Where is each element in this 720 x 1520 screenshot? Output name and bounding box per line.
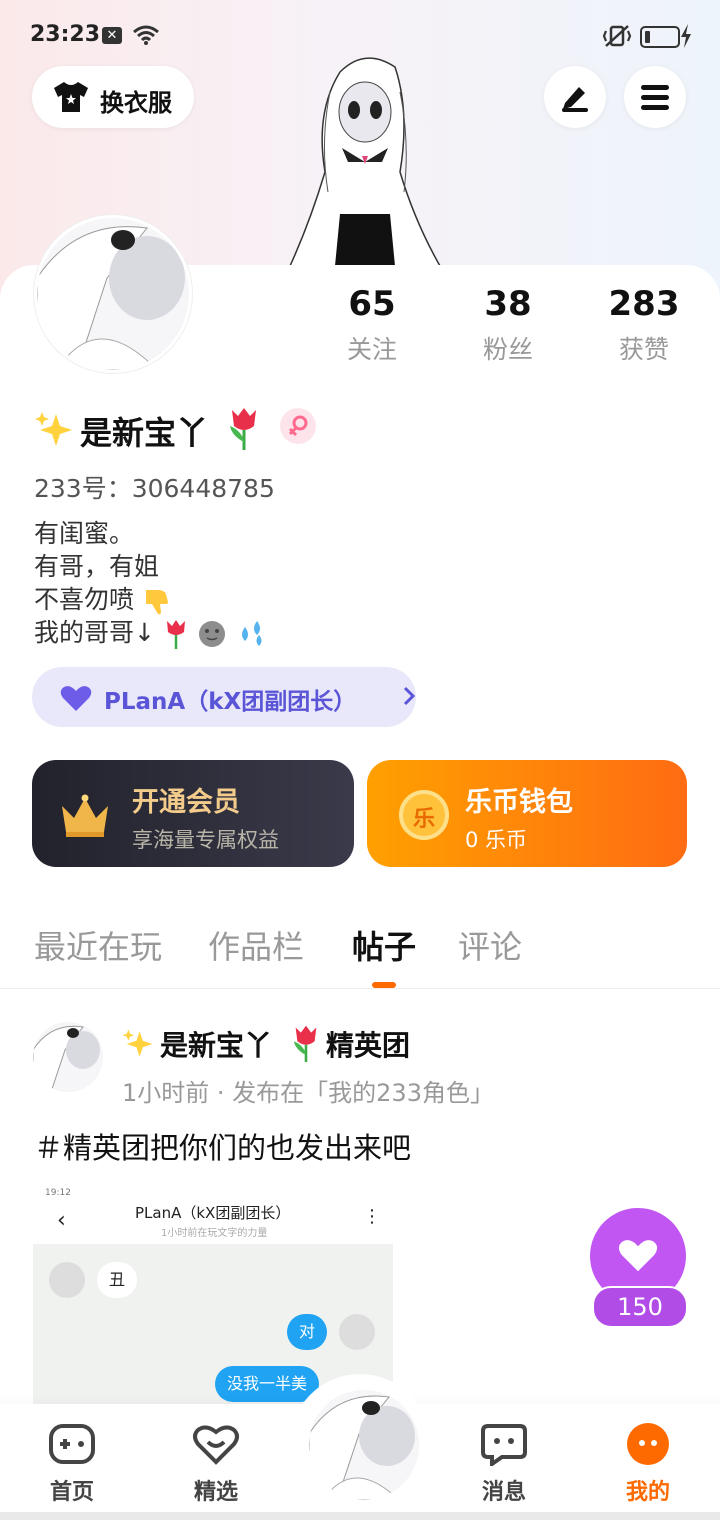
heart-smile-icon [193, 1425, 239, 1465]
tulip-icon [293, 1025, 317, 1062]
tab-works[interactable]: 作品栏 [208, 922, 304, 968]
avatar-image [37, 218, 189, 370]
bio: 有闺蜜。 有哥，有姐 不喜勿喷 我的哥哥↓ [34, 517, 267, 649]
stat-label: 粉丝 [482, 335, 533, 364]
bio-line: 我的哥哥↓ [34, 616, 267, 649]
group-tag-label: PLanA（kX团副团长） [104, 689, 357, 715]
moon-face-icon [198, 621, 225, 647]
crown-icon [62, 794, 108, 837]
stat-following[interactable]: 65 关注 [312, 282, 432, 366]
stat-value: 283 [608, 284, 680, 324]
bio-line: 不喜勿喷 [34, 583, 267, 616]
menu-icon [641, 85, 669, 110]
nav-label: 消息 [481, 1480, 526, 1505]
female-icon [288, 415, 308, 437]
screenshot-subtitle: 1小时前在玩文字的力量 [161, 1228, 268, 1239]
vibrate-icon [602, 25, 632, 47]
notification-icon: ✕ [102, 27, 122, 44]
character-illustration [289, 57, 441, 266]
profile-icon [627, 1423, 669, 1465]
nav-label: 首页 [49, 1480, 94, 1505]
female-badge [280, 408, 316, 444]
back-arrow-icon: ‹ [57, 1208, 66, 1233]
stat-likes[interactable]: 283 获赞 [584, 282, 704, 366]
vip-subtitle: 享海量专属权益 [132, 828, 279, 852]
battery-icon [640, 26, 680, 48]
post-author-name[interactable]: 是新宝丫 [160, 1024, 272, 1064]
wifi-icon [133, 25, 159, 45]
vip-card[interactable]: 开通会员 享海量专属权益 [32, 760, 354, 867]
coin-balance: 0 乐币 [465, 828, 528, 852]
nav-label: 我的 [625, 1480, 670, 1505]
tshirt-icon [54, 82, 88, 112]
menu-button[interactable] [624, 66, 686, 128]
thumbs-down-icon [145, 590, 168, 615]
tab-posts[interactable]: 帖子 [352, 922, 416, 968]
heart-icon [618, 1240, 658, 1272]
avatar-image [309, 1390, 419, 1500]
screenshot-title: PLanA（kX团副团长） [135, 1204, 291, 1222]
nav-center-avatar[interactable] [305, 1386, 423, 1504]
nav-label: 精选 [193, 1480, 238, 1505]
post-author-group: 精英团 [326, 1029, 411, 1062]
divider [0, 988, 720, 989]
charging-icon [681, 24, 691, 48]
group-tag[interactable]: PLanA（kX团副团长） [32, 667, 416, 727]
sweat-droplets-icon [241, 621, 262, 646]
chat-avatar [339, 1314, 375, 1350]
stat-followers[interactable]: 38 粉丝 [448, 282, 568, 366]
tulip-icon [166, 620, 185, 649]
coin-icon: 乐 [399, 790, 449, 840]
chat-icon [481, 1424, 527, 1466]
bio-text: 有闺蜜。 [34, 519, 135, 548]
sparkles-icon [122, 1029, 153, 1057]
stat-value: 38 [484, 284, 532, 324]
post-author-avatar[interactable] [33, 1022, 103, 1092]
stat-label: 获赞 [618, 335, 669, 364]
chat-bubble: 对 [287, 1314, 328, 1350]
pen-icon [562, 87, 588, 112]
user-id: 233号：306448785 [34, 474, 275, 503]
post-text: ＃精英团把你们的也发出来吧 [34, 1131, 412, 1165]
user-name: 是新宝丫 [80, 414, 209, 452]
edit-button[interactable] [544, 66, 606, 128]
bio-line: 有哥，有姐 [34, 550, 267, 583]
tab-comments[interactable]: 评论 [458, 922, 522, 968]
nav-featured[interactable]: 精选 [166, 1404, 266, 1514]
more-icon: ⋮ [363, 1206, 381, 1227]
bio-text: 不喜勿喷 [34, 585, 135, 614]
coin-title: 乐币钱包 [465, 787, 573, 818]
nav-profile[interactable]: 我的 [598, 1404, 698, 1514]
stat-value: 65 [348, 284, 396, 324]
bio-line: 有闺蜜。 [34, 517, 267, 550]
profile-avatar[interactable] [34, 215, 192, 373]
bio-text: 有哥，有姐 [34, 552, 160, 581]
tulip-icon [230, 408, 256, 450]
sparkles-icon [35, 412, 72, 446]
chat-bubble: 丑 [97, 1262, 138, 1298]
coin-wallet-card[interactable]: 乐 乐币钱包 0 乐币 [367, 760, 687, 867]
status-time: 23:23 [30, 22, 101, 47]
post-meta: 1小时前 · 发布在「我的233角色」 [122, 1079, 494, 1107]
nav-home[interactable]: 首页 [22, 1404, 122, 1514]
dress-up-label: 换衣服 [100, 89, 172, 117]
like-count: 150 [592, 1286, 688, 1328]
nav-messages[interactable]: 消息 [454, 1404, 554, 1514]
tab-recent[interactable]: 最近在玩 [34, 922, 162, 968]
screenshot-status-time: 19:12 [45, 1188, 71, 1198]
vip-title: 开通会员 [132, 787, 240, 818]
gamepad-icon [49, 1424, 95, 1464]
dress-up-button[interactable]: 换衣服 [32, 66, 194, 128]
gesture-bar [0, 1512, 720, 1520]
chat-bubble: 没我一半美 [215, 1366, 320, 1402]
avatar-image [33, 1022, 103, 1092]
stat-label: 关注 [346, 335, 397, 364]
chevron-right-icon [403, 686, 416, 706]
chat-avatar [49, 1262, 85, 1298]
bio-text: 我的哥哥↓ [34, 618, 155, 647]
coin-icon-char: 乐 [412, 807, 435, 832]
heart-icon [60, 686, 92, 711]
screenshot-header: 19:12 ‹ PLanA（kX团副团长） 1小时前在玩文字的力量 ⋮ [33, 1188, 393, 1244]
